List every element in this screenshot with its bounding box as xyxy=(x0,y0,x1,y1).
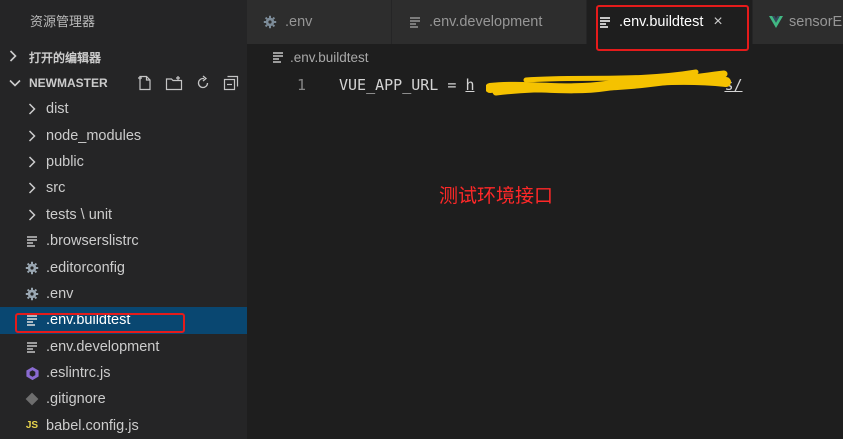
tree-item-label: .env.buildtest xyxy=(46,312,131,329)
tab-env[interactable]: .env xyxy=(247,0,392,44)
tree-item-browserslistrc[interactable]: .browserslistrc xyxy=(0,228,247,254)
js-icon: JS xyxy=(25,420,39,432)
tree-item-label: node_modules xyxy=(46,127,142,144)
tab-env-development[interactable]: .env.development xyxy=(392,0,587,44)
lines-file-icon xyxy=(409,16,421,28)
chevron-right-icon xyxy=(24,130,40,142)
annotation-text: 测试环境接口 xyxy=(439,185,554,207)
tab-label: sensorE xyxy=(789,14,843,30)
lines-file-icon xyxy=(24,314,40,327)
env-value-start: h xyxy=(465,76,475,94)
tree-item-label: public xyxy=(46,153,84,170)
env-value-hidden xyxy=(474,76,724,94)
tree-item-label: .browserslistrc xyxy=(46,233,139,250)
tab-env-buildtest[interactable]: .env.buildtest × xyxy=(587,0,753,44)
refresh-icon[interactable] xyxy=(195,75,211,91)
env-value: h s/ xyxy=(465,76,742,94)
new-file-icon[interactable] xyxy=(137,75,153,91)
tree-item-env-development[interactable]: .env.development xyxy=(0,334,247,360)
tree-item-label: .env xyxy=(46,285,74,302)
tab-sensor[interactable]: sensorE xyxy=(753,0,843,44)
env-key: VUE_APP_URL xyxy=(339,76,439,94)
close-icon[interactable]: × xyxy=(713,13,722,31)
lines-file-icon xyxy=(599,16,611,28)
lines-file-icon xyxy=(272,51,284,63)
chevron-right-icon xyxy=(24,209,40,221)
tree-item-label: src xyxy=(46,180,66,197)
tree-item-label: tests \ unit xyxy=(46,206,113,223)
tab-label: .env.development xyxy=(429,14,543,30)
open-editors-label: 打开的编辑器 xyxy=(29,50,102,65)
eslint-icon xyxy=(24,366,40,381)
project-root-label: NEWMASTER xyxy=(29,76,108,90)
tree-item-public[interactable]: public xyxy=(0,149,247,175)
tree-item-label: .editorconfig xyxy=(46,259,125,276)
open-editors-section[interactable]: 打开的编辑器 xyxy=(0,44,247,70)
new-folder-icon[interactable] xyxy=(165,75,183,91)
tree-item-eslintrc[interactable]: .eslintrc.js xyxy=(0,360,247,386)
editor-line[interactable]: 1 VUE_APP_URL = h s/ xyxy=(247,72,743,98)
explorer-title: 资源管理器 xyxy=(30,14,96,29)
chevron-right-icon xyxy=(24,103,40,115)
tab-label: .env.buildtest xyxy=(619,14,704,30)
chevron-down-icon xyxy=(9,76,21,90)
tab-label: .env xyxy=(285,14,313,30)
tree-item-babel-config[interactable]: JS babel.config.js xyxy=(0,413,247,439)
assignment-operator: = xyxy=(447,76,457,94)
gear-icon xyxy=(24,261,40,275)
tree-item-editorconfig[interactable]: .editorconfig xyxy=(0,254,247,280)
git-icon xyxy=(24,392,40,406)
tree-item-label: .env.development xyxy=(46,338,160,355)
tree-item-label: .gitignore xyxy=(46,391,106,408)
tree-item-env-buildtest[interactable]: .env.buildtest xyxy=(0,307,247,334)
code-text[interactable]: VUE_APP_URL = h s/ xyxy=(339,76,743,94)
tree-item-node-modules[interactable]: node_modules xyxy=(0,122,247,148)
editor-tabbar: .env .env.development .env.buildtest × s… xyxy=(247,0,843,44)
tree-item-tests-unit[interactable]: tests \ unit xyxy=(0,202,247,228)
chevron-right-icon xyxy=(24,182,40,194)
explorer-actions xyxy=(137,70,239,96)
lines-file-icon xyxy=(24,235,40,247)
breadcrumb-label: .env.buildtest xyxy=(290,49,369,65)
breadcrumb[interactable]: .env.buildtest xyxy=(272,46,369,68)
collapse-all-icon[interactable] xyxy=(223,75,239,91)
tree-item-src[interactable]: src xyxy=(0,175,247,201)
tree-item-dist[interactable]: dist xyxy=(0,96,247,122)
project-root-section[interactable]: NEWMASTER xyxy=(0,70,247,96)
tree-item-label: .eslintrc.js xyxy=(46,365,111,382)
tree-item-env[interactable]: .env xyxy=(0,281,247,307)
line-number: 1 xyxy=(296,76,306,94)
file-tree: dist node_modules public src tests \ uni… xyxy=(0,96,247,439)
gear-icon xyxy=(24,287,40,301)
lines-file-icon xyxy=(24,341,40,353)
tab-dirty-spacer xyxy=(563,18,572,27)
env-value-end: s/ xyxy=(724,76,743,94)
tree-item-label: dist xyxy=(46,101,69,118)
gear-icon xyxy=(263,15,277,29)
tree-item-gitignore[interactable]: .gitignore xyxy=(0,386,247,412)
vue-icon xyxy=(769,16,783,28)
tree-item-label: babel.config.js xyxy=(46,417,139,434)
explorer-sidebar: 资源管理器 打开的编辑器 NEWMASTER dist node_modules… xyxy=(0,0,247,439)
chevron-right-icon xyxy=(9,49,19,65)
chevron-right-icon xyxy=(24,156,40,168)
